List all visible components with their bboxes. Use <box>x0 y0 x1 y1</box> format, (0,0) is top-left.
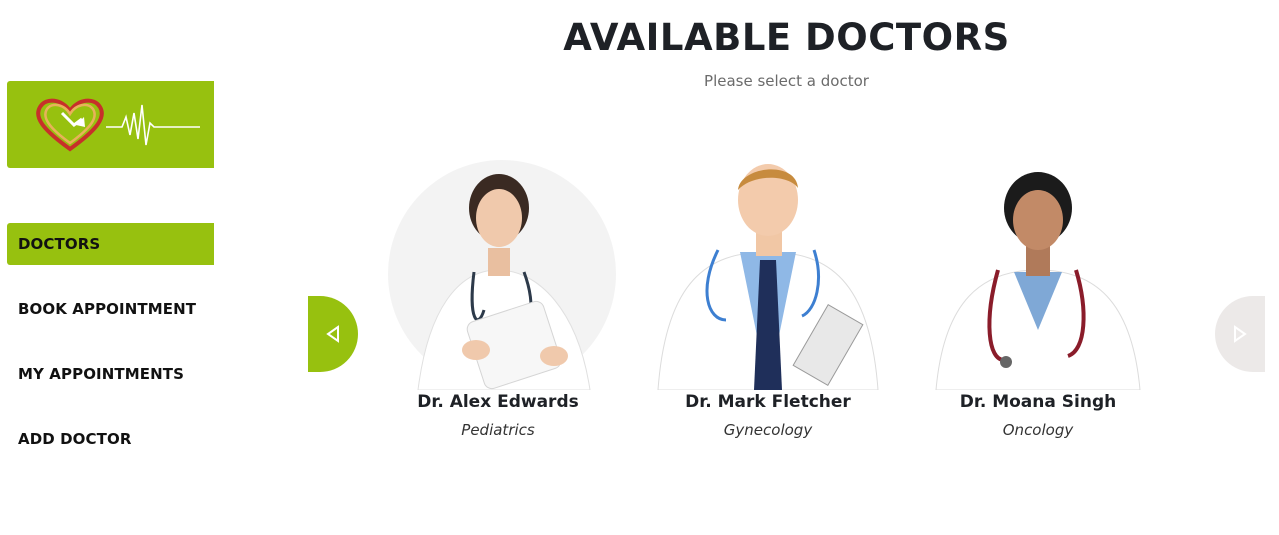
chevron-left-icon <box>326 325 339 343</box>
heart-pulse-logo-icon <box>36 98 200 152</box>
page: DOCTORS BOOK APPOINTMENT MY APPOINTMENTS… <box>0 0 1279 535</box>
sidebar-item-add-doctor[interactable]: ADD DOCTOR <box>7 418 214 460</box>
doctor-photo <box>918 160 1158 390</box>
doctor-card[interactable]: Dr. Mark Fletcher Gynecology <box>643 160 893 439</box>
sidebar-nav: DOCTORS BOOK APPOINTMENT MY APPOINTMENTS… <box>7 223 214 483</box>
carousel-prev-button[interactable] <box>308 296 358 372</box>
doctor-name: Dr. Alex Edwards <box>417 392 579 412</box>
doctor-avatar-icon <box>935 172 1141 390</box>
doctor-card[interactable]: Dr. Alex Edwards Pediatrics <box>373 160 623 439</box>
doctor-specialty: Oncology <box>1002 421 1074 439</box>
doctor-name: Dr. Mark Fletcher <box>685 392 851 412</box>
doctor-avatar-icon <box>657 164 879 390</box>
doctor-photo <box>648 160 888 390</box>
doctor-photo <box>378 160 618 390</box>
doctor-avatar-icon <box>417 174 591 390</box>
sidebar-item-doctors[interactable]: DOCTORS <box>7 223 214 265</box>
page-title: AVAILABLE DOCTORS <box>563 16 1010 59</box>
carousel-next-button[interactable] <box>1215 296 1265 372</box>
sidebar-item-my-appointments[interactable]: MY APPOINTMENTS <box>7 353 214 395</box>
doctor-name: Dr. Moana Singh <box>959 392 1117 412</box>
chevron-right-icon <box>1234 325 1247 343</box>
doctor-specialty: Gynecology <box>723 421 813 439</box>
doctor-specialty: Pediatrics <box>461 421 535 439</box>
sidebar-item-book-appointment[interactable]: BOOK APPOINTMENT <box>7 288 214 330</box>
doctor-card[interactable]: Dr. Moana Singh Oncology <box>913 160 1163 439</box>
page-subtitle: Please select a doctor <box>704 72 869 90</box>
logo[interactable] <box>7 81 214 168</box>
